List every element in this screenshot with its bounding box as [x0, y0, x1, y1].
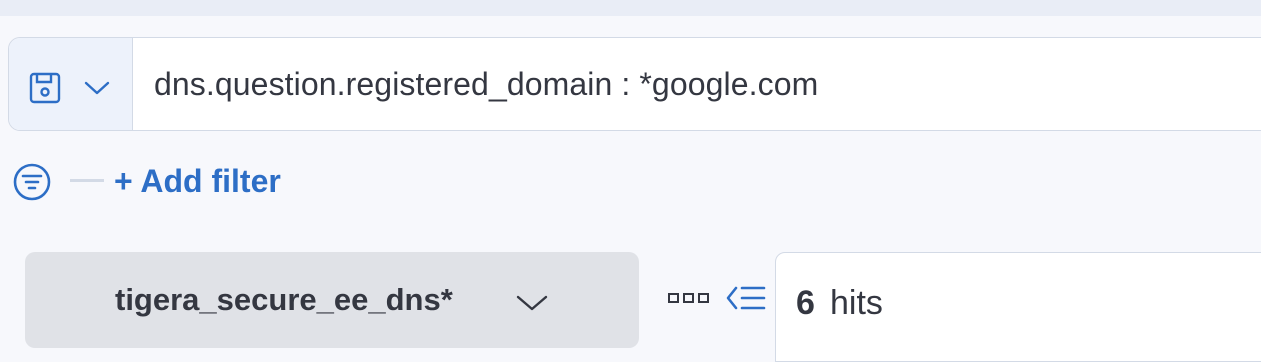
filter-divider — [70, 179, 104, 182]
dots-icon[interactable] — [668, 292, 710, 304]
saved-query-button[interactable] — [9, 38, 133, 130]
chevron-down-icon — [84, 81, 110, 95]
add-filter-button[interactable]: + Add filter — [114, 163, 281, 200]
hits-label: hits — [830, 284, 883, 322]
index-pattern-selector[interactable]: tigera_secure_ee_dns* — [25, 252, 639, 348]
chevron-down-icon — [516, 295, 548, 311]
hits-count: 6 — [796, 284, 815, 322]
query-input[interactable]: dns.question.registered_domain : *google… — [154, 66, 818, 103]
query-bar: dns.question.registered_domain : *google… — [8, 37, 1261, 131]
header-band — [0, 0, 1261, 16]
index-pattern-label: tigera_secure_ee_dns* — [115, 282, 453, 317]
filter-icon[interactable] — [12, 162, 52, 202]
save-icon — [29, 72, 61, 104]
collapse-sidebar-icon[interactable] — [726, 284, 766, 312]
hits-panel: 6 hits — [775, 252, 1261, 362]
